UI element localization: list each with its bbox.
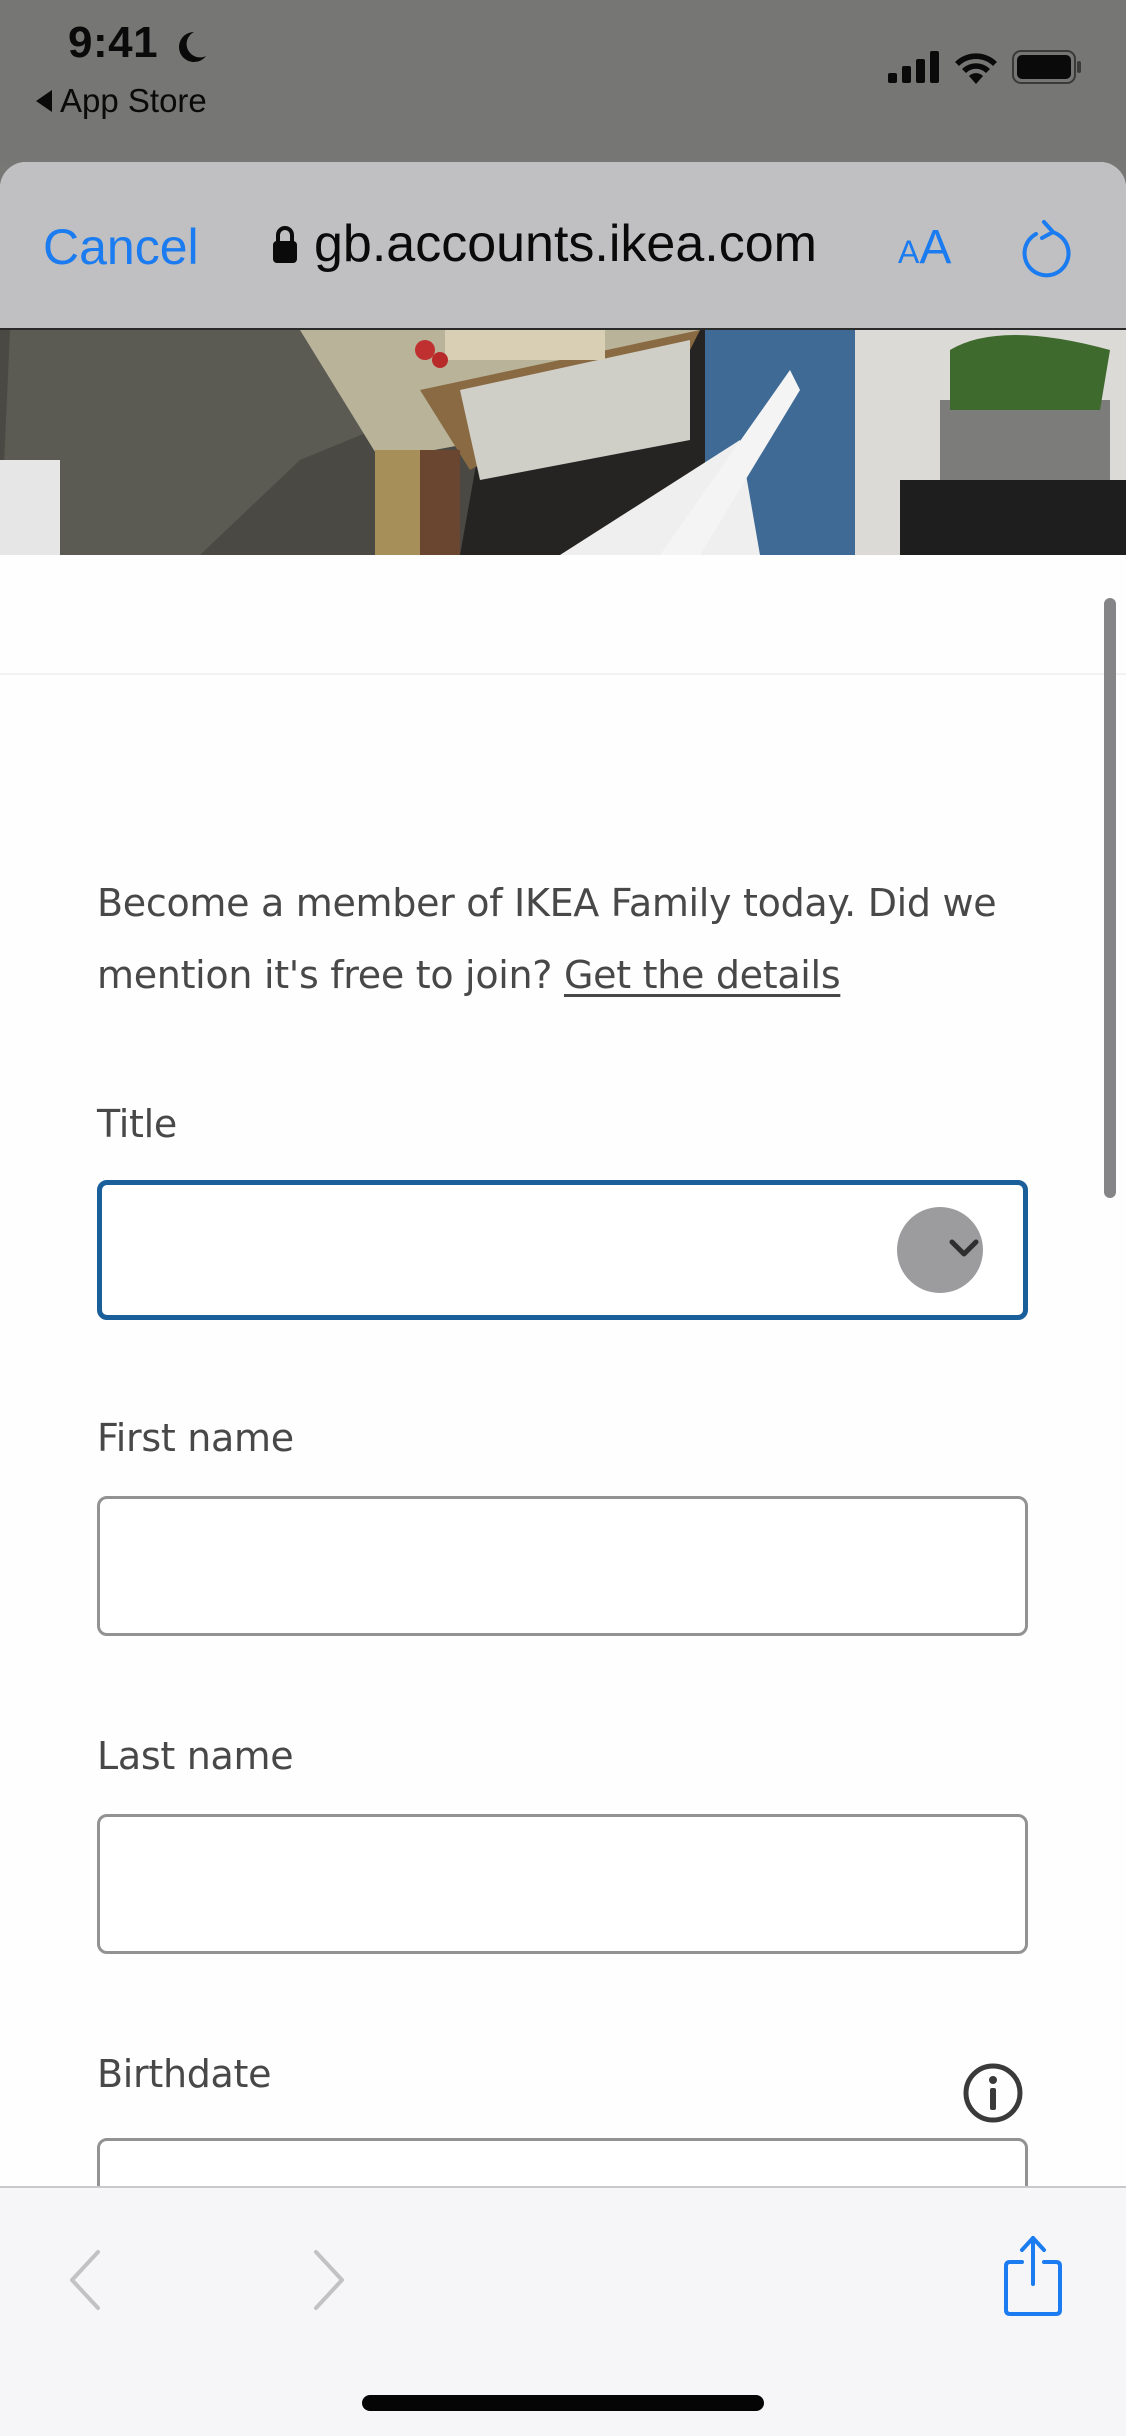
title-label: Title [97, 1102, 177, 1146]
lock-icon [273, 226, 297, 263]
status-bar: 9:41 App Store [0, 0, 1126, 162]
home-indicator [362, 2395, 764, 2411]
browser-nav-bar: Cancel gb.accounts.ikea.com AA [0, 162, 1126, 330]
url-text: gb.accounts.ikea.com [314, 215, 817, 273]
hero-image [0, 330, 1126, 555]
back-app-label: App Store [60, 82, 207, 119]
cancel-button[interactable]: Cancel [43, 218, 199, 276]
status-icons [888, 50, 1082, 84]
back-triangle-icon [36, 90, 52, 112]
cellular-signal-icon [888, 51, 939, 83]
intro-paragraph: Become a member of IKEA Family today. Di… [97, 867, 1027, 1011]
text-size-large-glyph: A [919, 221, 952, 274]
chevron-down-icon [949, 1239, 979, 1257]
reload-icon[interactable] [1016, 218, 1072, 278]
forward-arrow-icon[interactable] [308, 2248, 350, 2312]
title-dropdown-toggle[interactable] [897, 1207, 983, 1293]
browser-toolbar [0, 2186, 1126, 2436]
share-icon[interactable] [1000, 2234, 1066, 2318]
text-size-small-glyph: A [898, 234, 920, 270]
info-icon[interactable] [962, 2062, 1024, 2124]
back-to-app-store[interactable]: App Store [36, 82, 207, 120]
title-select[interactable] [97, 1180, 1028, 1320]
intro-text: Become a member of IKEA Family today. Di… [97, 881, 997, 997]
header-divider [0, 673, 1126, 675]
first-name-label: First name [97, 1416, 294, 1460]
url-display[interactable]: gb.accounts.ikea.com [272, 214, 817, 274]
scrollbar[interactable] [1104, 598, 1116, 1198]
browser-sheet: Cancel gb.accounts.ikea.com AA Become a … [0, 162, 1126, 2436]
moon-icon [179, 32, 206, 62]
back-arrow-icon[interactable] [64, 2248, 106, 2312]
last-name-label: Last name [97, 1734, 294, 1778]
get-details-link[interactable]: Get the details [564, 953, 841, 997]
birthdate-label: Birthdate [97, 2052, 272, 2096]
status-time: 9:41 [68, 18, 159, 67]
first-name-input[interactable] [97, 1496, 1028, 1636]
wifi-icon [955, 53, 997, 84]
text-size-button[interactable]: AA [898, 220, 951, 275]
last-name-input[interactable] [97, 1814, 1028, 1954]
battery-icon [1012, 50, 1081, 84]
